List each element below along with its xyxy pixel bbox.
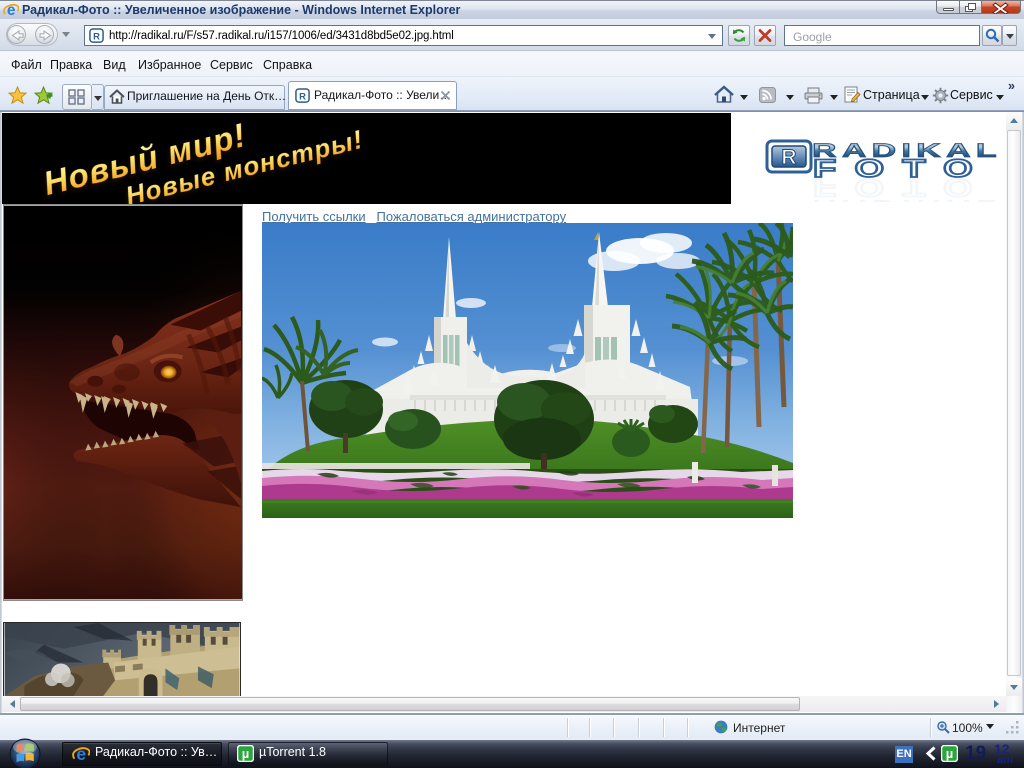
svg-text:R: R [299, 91, 306, 101]
svg-text:µ: µ [242, 746, 250, 761]
svg-text:FOTO: FOTO [813, 173, 991, 201]
svg-text:R: R [93, 31, 100, 41]
svg-text:R: R [781, 146, 796, 169]
svg-text:µ: µ [946, 746, 954, 761]
